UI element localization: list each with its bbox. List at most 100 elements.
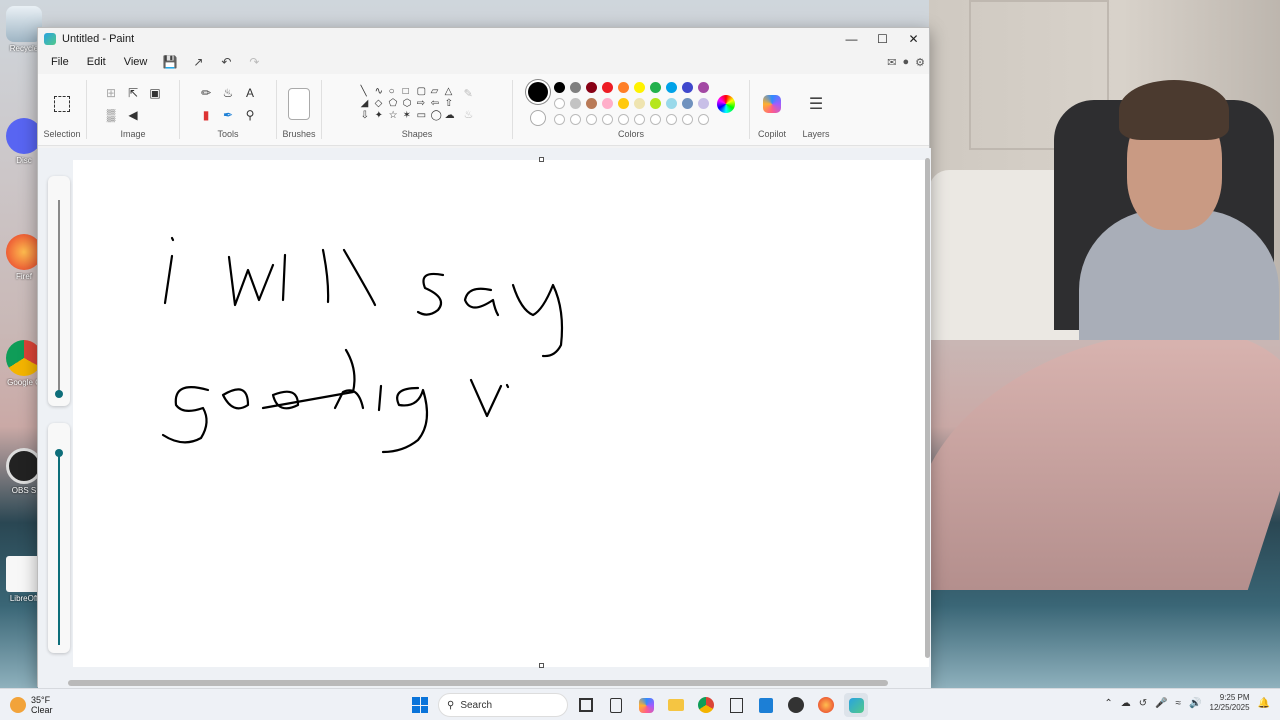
callout-cloud-icon[interactable]: ☁ bbox=[445, 110, 458, 121]
pencil-icon[interactable]: ✏ bbox=[196, 83, 216, 103]
crop-icon[interactable]: ⊞ bbox=[101, 83, 121, 103]
clock[interactable]: 9:25 PM 12/25/2025 bbox=[1210, 693, 1250, 713]
down-arrow-shape-icon[interactable]: ⇩ bbox=[361, 110, 374, 121]
select-icon[interactable] bbox=[54, 95, 70, 112]
color-swatch[interactable] bbox=[553, 82, 565, 93]
color-swatch[interactable] bbox=[553, 98, 565, 109]
five-point-star-icon[interactable]: ☆ bbox=[389, 110, 402, 121]
taskbar-search[interactable]: ⚲ Search bbox=[438, 693, 568, 717]
fill-icon[interactable]: ♨ bbox=[218, 83, 238, 103]
four-point-star-icon[interactable]: ✦ bbox=[375, 110, 388, 121]
custom-color-slot[interactable] bbox=[569, 114, 581, 125]
wifi-icon[interactable]: ≈ bbox=[1176, 698, 1182, 709]
custom-color-slot[interactable] bbox=[617, 114, 629, 125]
callout-rectangle-icon[interactable]: ▭ bbox=[417, 110, 430, 121]
line-shape-icon[interactable]: ╲ bbox=[361, 86, 374, 97]
remove-background-icon[interactable]: ▒ bbox=[101, 105, 121, 125]
right-triangle-shape-icon[interactable]: ◢ bbox=[361, 98, 374, 109]
close-button[interactable]: ✕ bbox=[898, 28, 929, 50]
maximize-button[interactable]: ☐ bbox=[867, 28, 898, 50]
task-view-button[interactable] bbox=[574, 693, 598, 717]
color-swatch[interactable] bbox=[681, 82, 693, 93]
start-button[interactable] bbox=[408, 693, 432, 717]
color-swatch[interactable] bbox=[649, 82, 661, 93]
color-swatch[interactable] bbox=[601, 98, 613, 109]
triangle-shape-icon[interactable]: △ bbox=[445, 86, 458, 97]
shape-fill-icon[interactable]: ♨ bbox=[464, 108, 474, 121]
color-swatch[interactable] bbox=[665, 98, 677, 109]
volume-icon[interactable]: 🔊 bbox=[1189, 698, 1201, 709]
magnifier-icon[interactable]: ⚲ bbox=[240, 105, 260, 125]
rounded-rectangle-shape-icon[interactable]: ▢ bbox=[417, 86, 430, 97]
color-swatch[interactable] bbox=[585, 82, 597, 93]
outline-icon[interactable]: ✎ bbox=[464, 87, 474, 100]
paint-taskbar-button[interactable] bbox=[844, 693, 868, 717]
brush-size-slider[interactable] bbox=[48, 176, 70, 406]
eraser-icon[interactable]: ▮ bbox=[196, 105, 216, 125]
feedback-icon[interactable]: ✉ bbox=[887, 56, 896, 69]
custom-color-slot[interactable] bbox=[681, 114, 693, 125]
color-swatch[interactable] bbox=[569, 82, 581, 93]
menu-edit[interactable]: Edit bbox=[78, 53, 115, 71]
color-swatch[interactable] bbox=[697, 98, 709, 109]
rotate-icon[interactable]: ◀ bbox=[123, 105, 143, 125]
show-hidden-icons-icon[interactable]: ⌃ bbox=[1104, 698, 1112, 709]
copilot-icon[interactable] bbox=[763, 94, 781, 113]
brush-icon[interactable] bbox=[288, 87, 310, 120]
color-swatch[interactable] bbox=[585, 98, 597, 109]
settings-icon[interactable]: ⚙ bbox=[915, 56, 925, 69]
six-point-star-icon[interactable]: ✶ bbox=[403, 110, 416, 121]
chrome-taskbar-button[interactable] bbox=[694, 693, 718, 717]
rectangle-shape-icon[interactable]: □ bbox=[403, 86, 416, 97]
custom-color-slot[interactable] bbox=[601, 114, 613, 125]
save-icon[interactable]: 💾 bbox=[156, 52, 184, 72]
curve-shape-icon[interactable]: ∿ bbox=[375, 86, 388, 97]
notepad-button[interactable] bbox=[604, 693, 628, 717]
up-arrow-shape-icon[interactable]: ⇧ bbox=[445, 98, 458, 109]
color-swatch[interactable] bbox=[633, 98, 645, 109]
edit-colors-icon[interactable] bbox=[716, 94, 735, 113]
weather-widget[interactable]: 35°F Clear bbox=[0, 695, 200, 715]
right-arrow-shape-icon[interactable]: ⇨ bbox=[417, 98, 430, 109]
color-swatch[interactable] bbox=[617, 98, 629, 109]
account-icon[interactable]: ● bbox=[902, 56, 909, 69]
horizontal-scrollbar[interactable] bbox=[68, 680, 888, 686]
color-swatch[interactable] bbox=[697, 82, 709, 93]
left-arrow-shape-icon[interactable]: ⇦ bbox=[431, 98, 444, 109]
callout-oval-icon[interactable]: ◯ bbox=[431, 110, 444, 121]
share-icon[interactable]: ↗ bbox=[184, 52, 212, 72]
text-icon[interactable]: A bbox=[240, 83, 260, 103]
color-swatch[interactable] bbox=[649, 98, 661, 109]
undo-icon[interactable]: ↶ bbox=[212, 52, 240, 72]
pentagon-shape-icon[interactable]: ⬠ bbox=[389, 98, 402, 109]
custom-color-slot[interactable] bbox=[649, 114, 661, 125]
polygon-shape-icon[interactable]: ▱ bbox=[431, 86, 444, 97]
color-swatch[interactable] bbox=[633, 82, 645, 93]
oval-shape-icon[interactable]: ○ bbox=[389, 86, 402, 97]
writer-button[interactable] bbox=[754, 693, 778, 717]
obs-taskbar-button[interactable] bbox=[784, 693, 808, 717]
secondary-color-swatch[interactable] bbox=[529, 109, 546, 126]
hexagon-shape-icon[interactable]: ⬡ bbox=[403, 98, 416, 109]
drawing-canvas[interactable] bbox=[73, 157, 929, 668]
spreadsheet-button[interactable] bbox=[724, 693, 748, 717]
image-select-icon[interactable]: ▣ bbox=[145, 83, 165, 103]
color-picker-icon[interactable]: ✒ bbox=[218, 105, 238, 125]
redo-icon[interactable]: ↷ bbox=[240, 52, 268, 72]
color-swatch[interactable] bbox=[681, 98, 693, 109]
onedrive-icon[interactable]: ☁ bbox=[1121, 698, 1131, 709]
color-swatch[interactable] bbox=[617, 82, 629, 93]
resize-icon[interactable]: ⇱ bbox=[123, 83, 143, 103]
custom-color-slot[interactable] bbox=[633, 114, 645, 125]
brush-size-knob[interactable] bbox=[55, 390, 63, 398]
microphone-icon[interactable]: 🎤 bbox=[1155, 698, 1167, 709]
title-bar[interactable]: Untitled - Paint — ☐ ✕ bbox=[38, 28, 929, 50]
color-swatch[interactable] bbox=[569, 98, 581, 109]
opacity-knob[interactable] bbox=[55, 449, 63, 457]
copilot-taskbar-button[interactable] bbox=[634, 693, 658, 717]
diamond-shape-icon[interactable]: ◇ bbox=[375, 98, 388, 109]
custom-color-slot[interactable] bbox=[697, 114, 709, 125]
file-explorer-button[interactable] bbox=[664, 693, 688, 717]
opacity-slider[interactable] bbox=[48, 423, 70, 653]
minimize-button[interactable]: — bbox=[836, 28, 867, 50]
